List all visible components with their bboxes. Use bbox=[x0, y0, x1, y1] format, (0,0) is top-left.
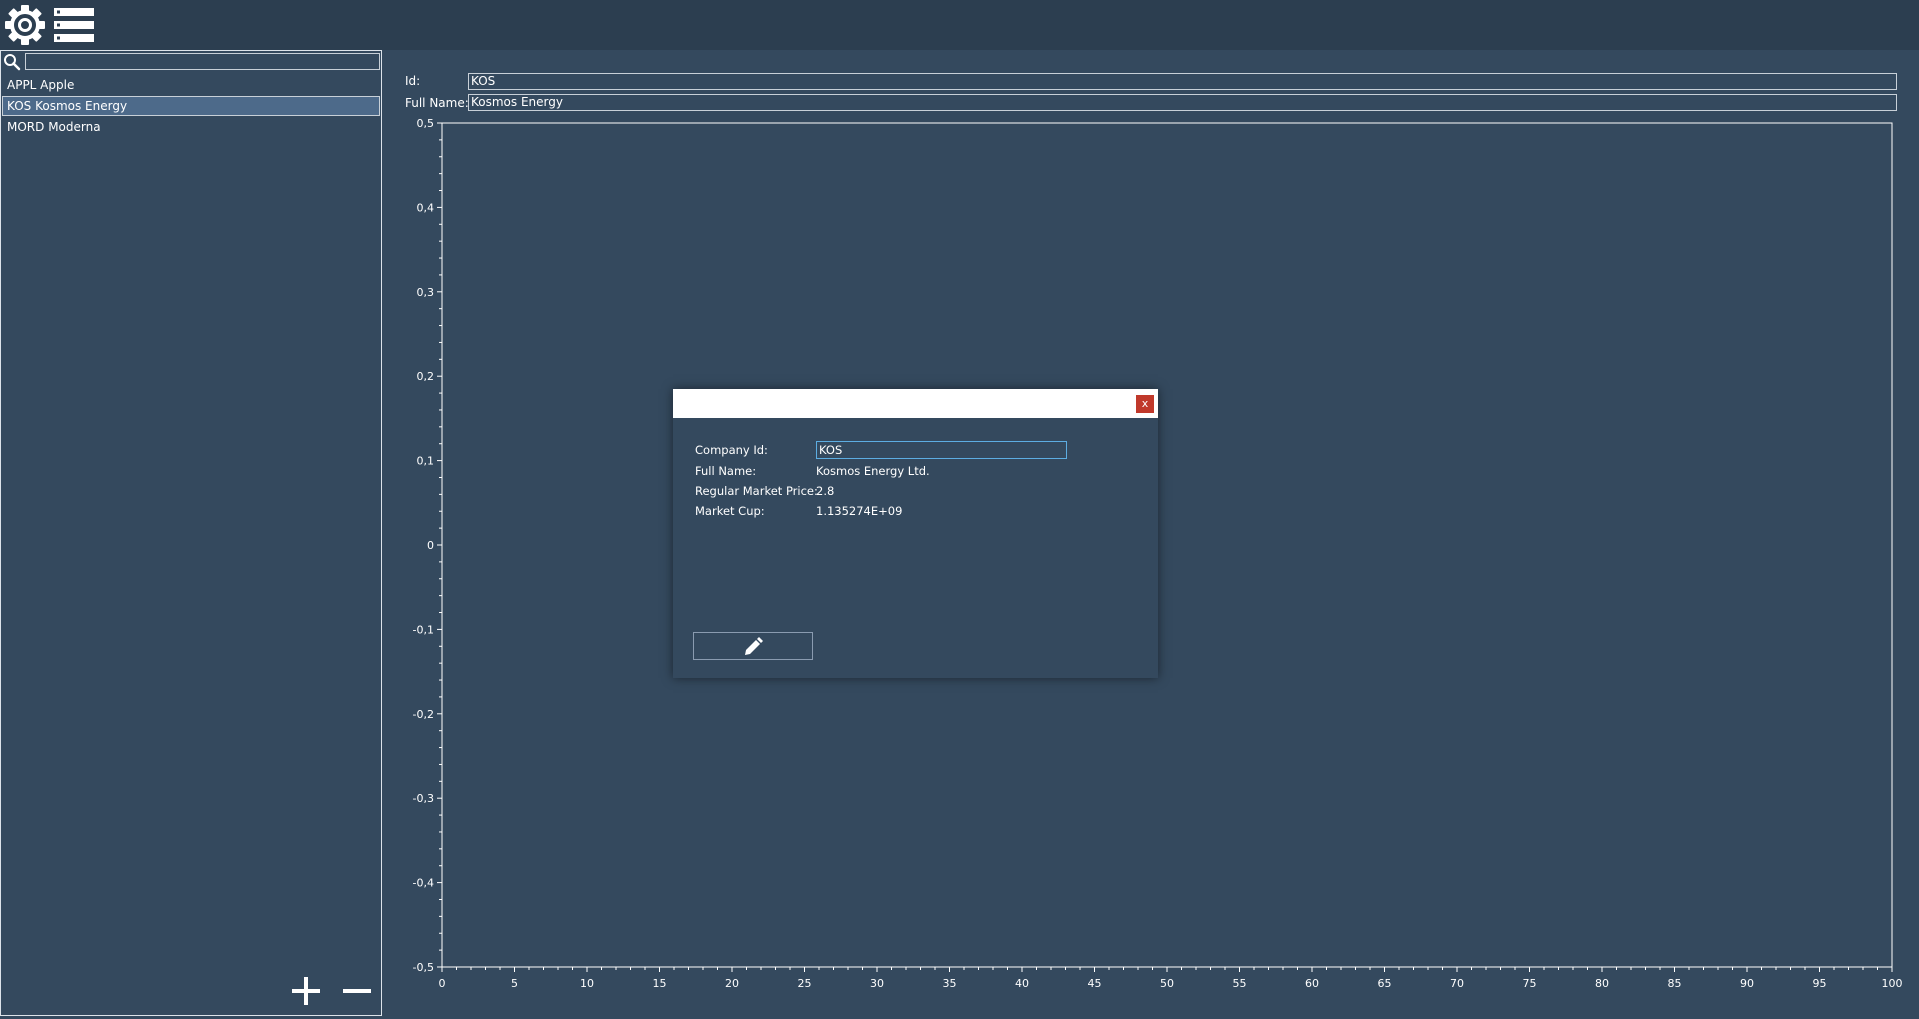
x-tick-label: 40 bbox=[1015, 977, 1029, 990]
dialog-full-name-value: Kosmos Energy Ltd. bbox=[816, 464, 930, 478]
y-tick-label: -0,1 bbox=[413, 623, 434, 636]
y-tick-label: 0,3 bbox=[417, 286, 435, 299]
minus-icon bbox=[343, 989, 371, 993]
search-input[interactable] bbox=[25, 53, 380, 70]
plot-area-border bbox=[441, 122, 1893, 968]
y-tick-label: 0,1 bbox=[417, 455, 435, 468]
market-cap-label: Market Cup: bbox=[695, 504, 765, 518]
y-tick-label: 0 bbox=[427, 539, 434, 552]
x-tick-label: 70 bbox=[1450, 977, 1464, 990]
y-tick-label: -0,3 bbox=[413, 792, 434, 805]
add-company-button[interactable] bbox=[290, 975, 322, 1007]
y-tick-label: 0,4 bbox=[417, 201, 435, 214]
y-tick-label: -0,4 bbox=[413, 877, 434, 890]
list-icon bbox=[54, 8, 94, 42]
x-tick-label: 75 bbox=[1523, 977, 1537, 990]
x-tick-label: 15 bbox=[653, 977, 667, 990]
id-label: Id: bbox=[405, 74, 421, 88]
x-tick-label: 45 bbox=[1088, 977, 1102, 990]
plus-icon bbox=[292, 977, 320, 1005]
market-cap-value: 1.135274E+09 bbox=[816, 504, 903, 518]
x-tick-label: 85 bbox=[1668, 977, 1682, 990]
id-field[interactable]: KOS bbox=[468, 73, 1897, 90]
x-tick-label: 35 bbox=[943, 977, 957, 990]
list-item-appl[interactable]: APPL Apple bbox=[2, 75, 380, 95]
gear-icon bbox=[5, 5, 45, 45]
x-tick-label: 95 bbox=[1813, 977, 1827, 990]
company-list-panel: APPL Apple KOS Kosmos Energy MORD Modern… bbox=[0, 50, 382, 1016]
x-tick-label: 0 bbox=[439, 977, 446, 990]
dialog-close-button[interactable]: x bbox=[1136, 395, 1154, 413]
x-tick-label: 60 bbox=[1305, 977, 1319, 990]
x-tick-label: 80 bbox=[1595, 977, 1609, 990]
x-tick-label: 25 bbox=[798, 977, 812, 990]
y-tick-label: -0,5 bbox=[413, 961, 434, 974]
x-tick-label: 10 bbox=[580, 977, 594, 990]
list-item-mord[interactable]: MORD Moderna bbox=[2, 117, 380, 137]
settings-button[interactable] bbox=[4, 4, 46, 46]
company-id-input[interactable]: KOS bbox=[816, 441, 1067, 459]
edit-button[interactable] bbox=[693, 632, 813, 660]
top-toolbar bbox=[0, 0, 1919, 50]
remove-company-button[interactable] bbox=[341, 975, 373, 1007]
x-tick-label: 20 bbox=[725, 977, 739, 990]
price-value: 2.8 bbox=[816, 484, 835, 498]
y-tick-label: 0,2 bbox=[417, 370, 435, 383]
company-id-label: Company Id: bbox=[695, 443, 768, 457]
pencil-icon bbox=[745, 637, 763, 655]
company-info-dialog: x Company Id: KOS Full Name: Kosmos Ener… bbox=[673, 389, 1158, 678]
list-item-kos[interactable]: KOS Kosmos Energy bbox=[2, 96, 380, 116]
company-list: APPL Apple KOS Kosmos Energy MORD Modern… bbox=[2, 75, 380, 138]
x-tick-label: 100 bbox=[1882, 977, 1903, 990]
dialog-full-name-label: Full Name: bbox=[695, 464, 757, 478]
dialog-titlebar bbox=[673, 389, 1158, 418]
x-tick-label: 65 bbox=[1378, 977, 1392, 990]
x-tick-label: 5 bbox=[511, 977, 518, 990]
x-tick-label: 50 bbox=[1160, 977, 1174, 990]
y-tick-label: 0,5 bbox=[417, 117, 435, 130]
price-label: Regular Market Price: bbox=[695, 484, 818, 498]
x-tick-label: 30 bbox=[870, 977, 884, 990]
x-tick-label: 90 bbox=[1740, 977, 1754, 990]
menu-button[interactable] bbox=[52, 6, 96, 44]
x-tick-label: 55 bbox=[1233, 977, 1247, 990]
y-tick-label: -0,2 bbox=[413, 708, 434, 721]
search-icon bbox=[4, 54, 21, 71]
